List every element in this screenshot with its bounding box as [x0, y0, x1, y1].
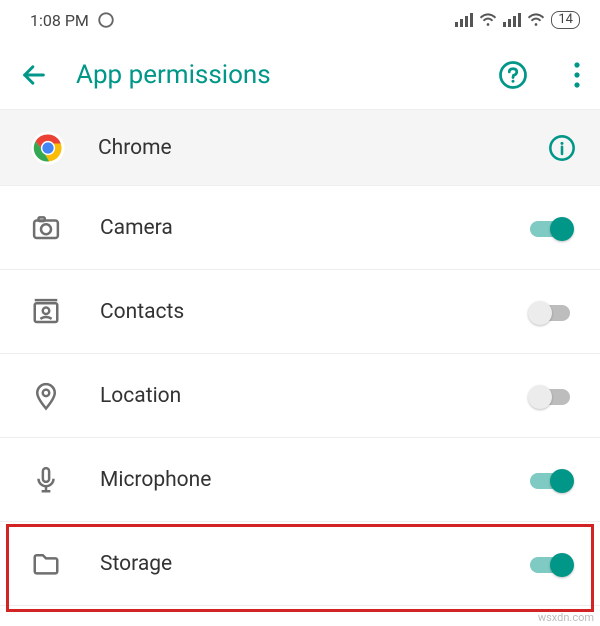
permission-row-location[interactable]: Location	[0, 354, 600, 438]
battery-indicator: 14	[551, 11, 580, 29]
wifi-icon-2	[527, 13, 545, 27]
page-title: App permissions	[76, 60, 470, 90]
permission-label: Camera	[100, 216, 488, 240]
contacts-icon	[30, 296, 62, 328]
status-right: 14	[455, 11, 580, 29]
watermark: wsxdn.com	[538, 611, 594, 624]
status-left: 1:08 PM	[30, 11, 115, 30]
chrome-icon	[30, 130, 66, 166]
app-name: Chrome	[98, 136, 516, 160]
permission-label: Microphone	[100, 468, 488, 492]
permission-toggle-contacts[interactable]	[526, 297, 576, 327]
info-icon[interactable]	[548, 134, 576, 162]
signal-icon	[455, 13, 473, 27]
permission-row-camera[interactable]: Camera	[0, 186, 600, 270]
permission-label: Storage	[100, 552, 488, 576]
location-icon	[30, 380, 62, 412]
status-bar: 1:08 PM 14	[0, 0, 600, 40]
back-icon[interactable]	[20, 61, 48, 89]
permission-toggle-camera[interactable]	[526, 213, 576, 243]
storage-icon	[30, 548, 62, 580]
permission-toggle-storage[interactable]	[526, 549, 576, 579]
permission-row-contacts[interactable]: Contacts	[0, 270, 600, 354]
status-time: 1:08 PM	[30, 11, 89, 30]
battery-level: 14	[558, 13, 573, 27]
permission-toggle-location[interactable]	[526, 381, 576, 411]
wifi-icon	[479, 13, 497, 27]
permission-row-microphone[interactable]: Microphone	[0, 438, 600, 522]
assistant-ring-icon	[97, 11, 115, 29]
permission-row-storage[interactable]: Storage	[0, 522, 600, 606]
overflow-menu-icon[interactable]	[574, 62, 580, 88]
camera-icon	[30, 212, 62, 244]
header: App permissions	[0, 40, 600, 110]
microphone-icon	[30, 464, 62, 496]
signal-icon-2	[503, 13, 521, 27]
permission-label: Location	[100, 384, 488, 408]
permission-label: Contacts	[100, 300, 488, 324]
help-icon[interactable]	[498, 60, 528, 90]
app-row: Chrome	[0, 110, 600, 186]
permission-toggle-microphone[interactable]	[526, 465, 576, 495]
